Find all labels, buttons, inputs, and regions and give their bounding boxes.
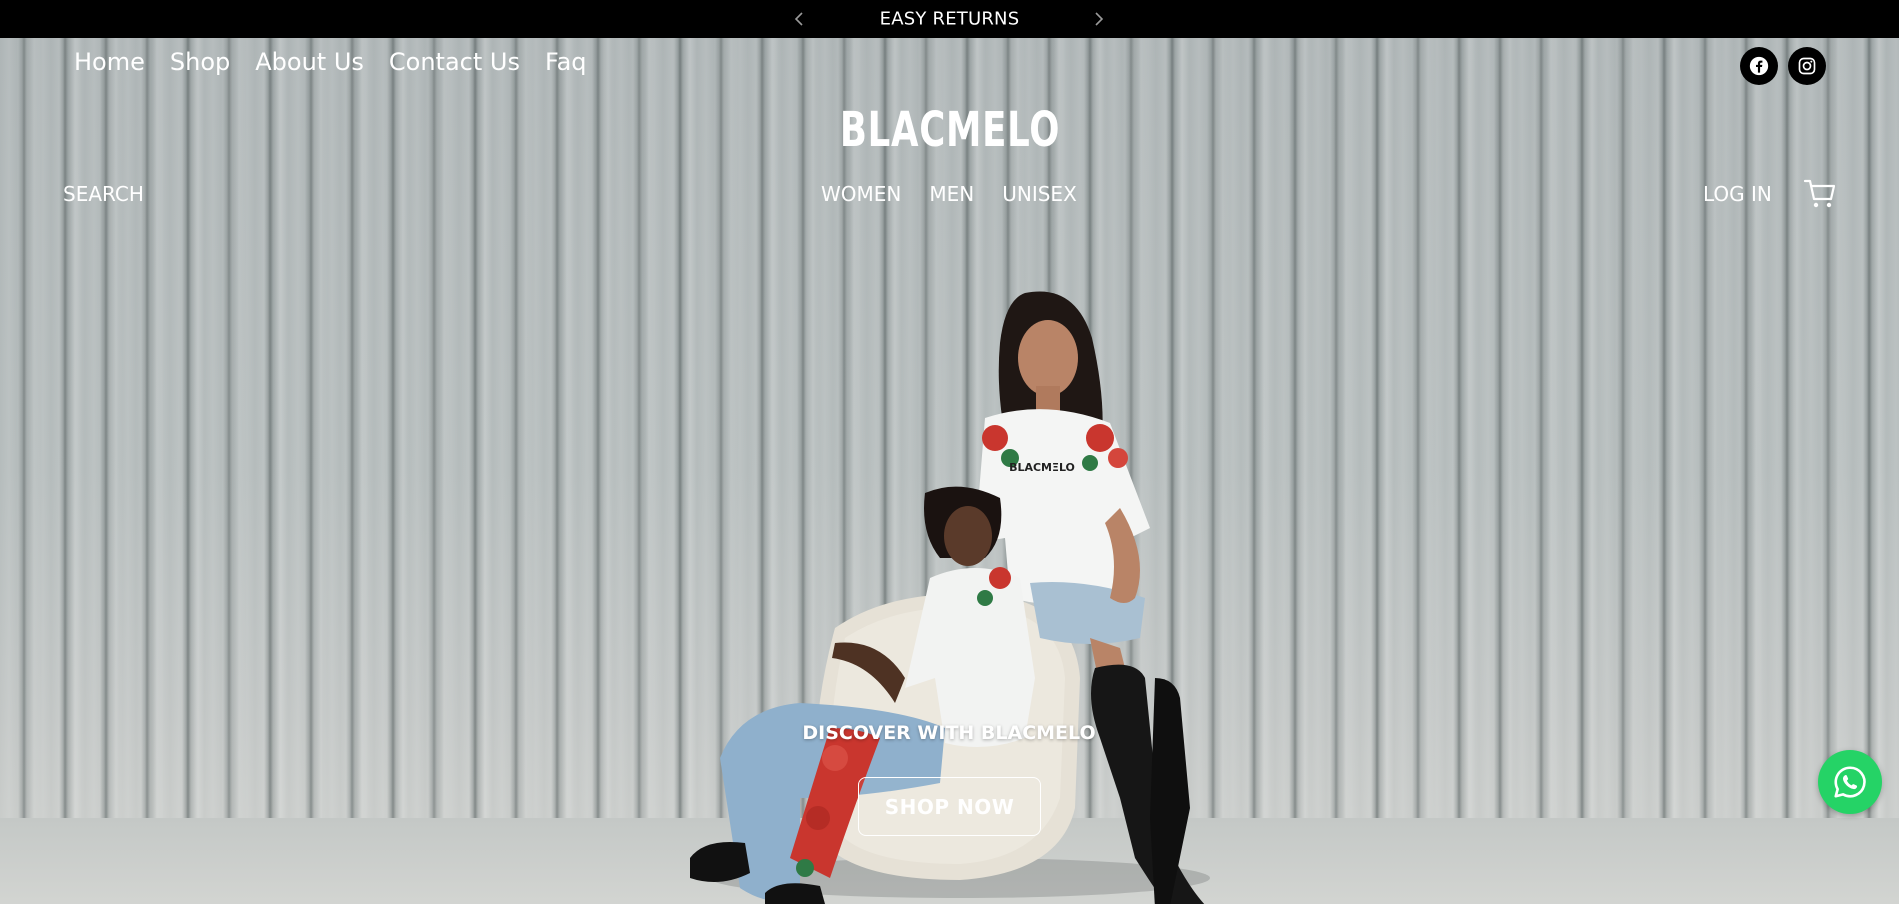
- hero-image: BLACMΞLO: [690, 291, 1210, 904]
- nav-faq[interactable]: Faq: [545, 48, 587, 76]
- category-men[interactable]: MEN: [929, 182, 974, 206]
- announcement-bar: EASY RETURNS: [0, 0, 1899, 38]
- facebook-icon[interactable]: [1740, 47, 1778, 85]
- nav-about-us[interactable]: About Us: [255, 48, 364, 76]
- cart-icon[interactable]: [1803, 176, 1837, 210]
- category-women[interactable]: WOMEN: [821, 182, 901, 206]
- shop-now-button[interactable]: SHOP NOW: [858, 777, 1041, 836]
- category-unisex[interactable]: UNISEX: [1002, 182, 1077, 206]
- announcement-text: EASY RETURNS: [879, 8, 1020, 30]
- chevron-left-icon[interactable]: [788, 8, 810, 30]
- instagram-icon[interactable]: [1788, 47, 1826, 85]
- nav-contact-us[interactable]: Contact Us: [389, 48, 520, 76]
- hero-title: DISCOVER WITH BLACMELO: [802, 722, 1096, 744]
- login-link[interactable]: LOG IN: [1703, 182, 1772, 206]
- hero-banner: BLACMΞLO: [0, 38, 1899, 904]
- logo-text: BLACMELO: [839, 102, 1060, 158]
- page: EASY RETURNS BLACMΞLO Home Shop About Us…: [0, 0, 1899, 904]
- svg-text:BLACMΞLO: BLACMΞLO: [1009, 461, 1075, 474]
- chevron-right-icon[interactable]: [1088, 8, 1110, 30]
- top-navigation: Home Shop About Us Contact Us Faq: [74, 48, 587, 76]
- social-links: [1740, 47, 1826, 85]
- whatsapp-icon[interactable]: [1818, 750, 1882, 814]
- nav-home[interactable]: Home: [74, 48, 145, 76]
- search-link[interactable]: SEARCH: [63, 182, 144, 206]
- category-navigation: WOMEN MEN UNISEX: [821, 182, 1077, 206]
- brand-logo[interactable]: BLACMELO: [801, 102, 1099, 158]
- nav-shop[interactable]: Shop: [170, 48, 230, 76]
